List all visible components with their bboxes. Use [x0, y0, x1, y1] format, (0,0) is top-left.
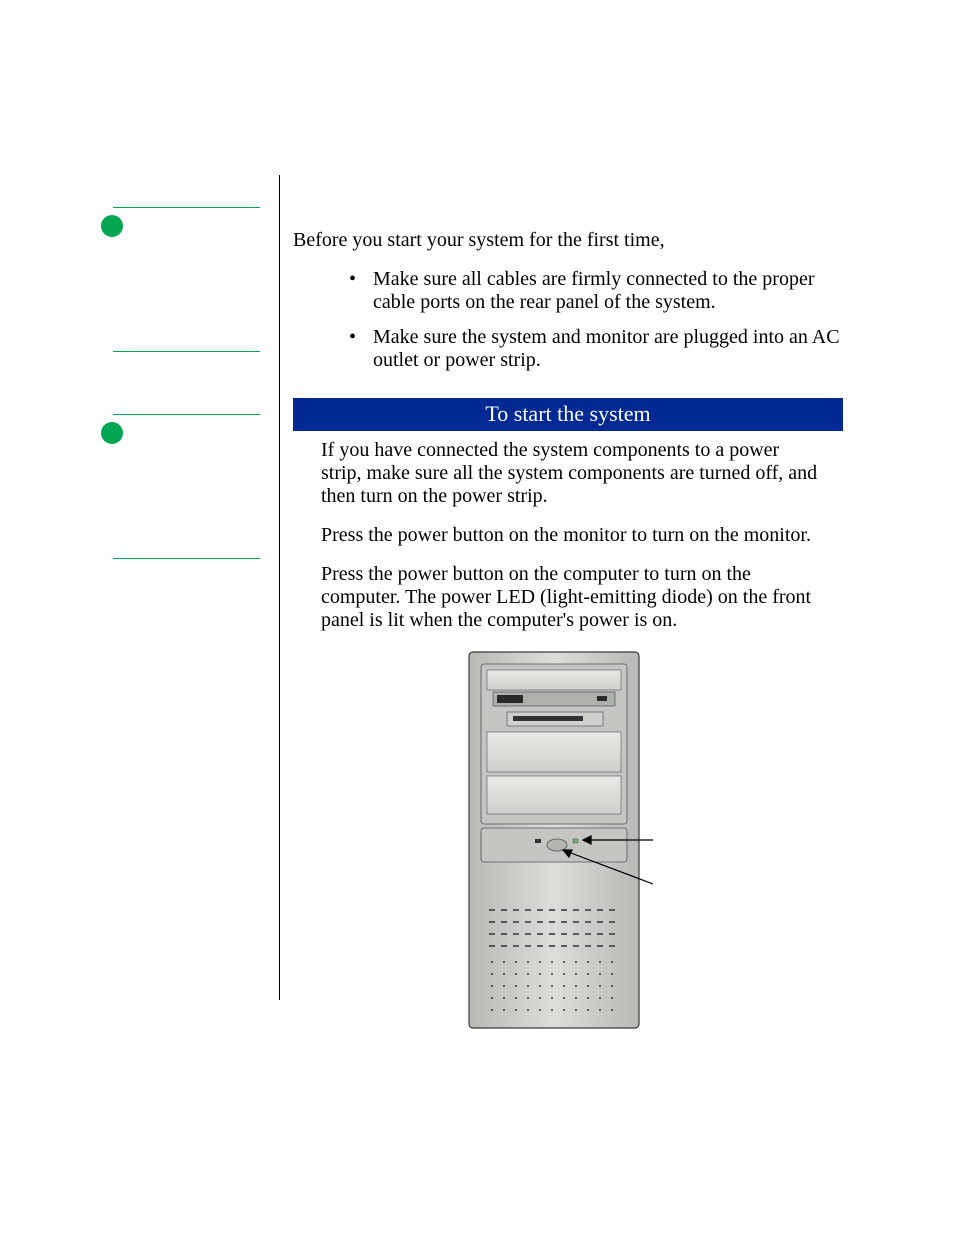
paragraph: Press the power button on the computer t…	[321, 563, 823, 632]
paragraph: Press the power button on the monitor to…	[321, 524, 823, 547]
green-bullet-icon	[101, 422, 123, 444]
intro-text: Before you start your system for the fir…	[293, 229, 843, 252]
computer-tower-illustration	[321, 650, 823, 1036]
paragraph: If you have connected the system compone…	[321, 439, 823, 508]
main-content: Before you start your system for the fir…	[293, 229, 843, 1036]
tower-svg	[467, 650, 677, 1030]
bullet-item: Make sure all cables are firmly connecte…	[343, 268, 843, 314]
page: Before you start your system for the fir…	[0, 0, 954, 1235]
vertical-divider	[279, 175, 280, 1000]
sidebar-decorations	[113, 207, 260, 559]
bullet-item: Make sure the system and monitor are plu…	[343, 326, 843, 372]
section-heading: To start the system	[293, 398, 843, 431]
bullet-list: Make sure all cables are firmly connecte…	[293, 268, 843, 372]
green-bullet-icon	[101, 215, 123, 237]
section-body: If you have connected the system compone…	[293, 439, 843, 1036]
